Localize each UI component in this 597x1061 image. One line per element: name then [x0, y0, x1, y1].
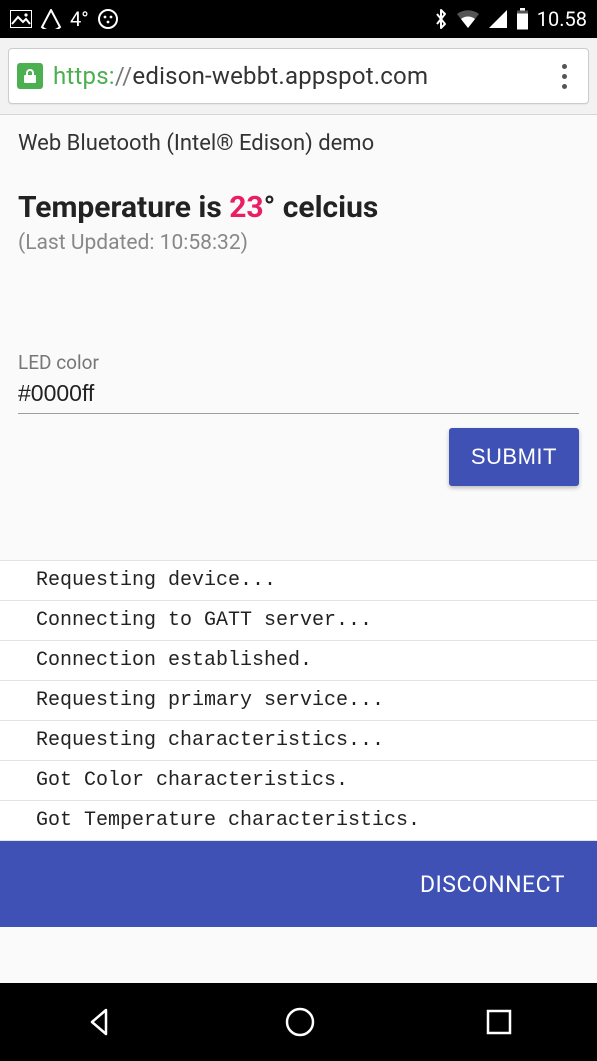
demo-title: Web Bluetooth (Intel® Edison) demo	[18, 131, 579, 156]
bottom-action-bar: DISCONNECT	[0, 841, 597, 927]
log-item: Connection established.	[0, 641, 597, 681]
led-color-field: LED color SUBMIT	[18, 351, 579, 486]
url-host: edison-webbt.appspot.com	[132, 62, 428, 90]
temp-value: 23	[229, 190, 263, 225]
log-list: Requesting device... Connecting to GATT …	[0, 560, 597, 841]
submit-button[interactable]: SUBMIT	[449, 428, 579, 486]
updated-prefix: (Last Updated:	[18, 231, 160, 255]
url-scheme: https:	[53, 62, 115, 90]
log-item: Got Color characteristics.	[0, 761, 597, 801]
face-icon	[97, 8, 119, 30]
clock: 10.58	[537, 7, 587, 31]
updated-time: 10:58:32	[160, 231, 241, 255]
disconnect-button[interactable]: DISCONNECT	[420, 871, 565, 898]
last-updated: (Last Updated: 10:58:32)	[18, 231, 579, 255]
wifi-icon	[456, 9, 480, 29]
updated-suffix: )	[241, 231, 248, 255]
nav-back-button[interactable]	[84, 1006, 116, 1038]
log-item: Requesting characteristics...	[0, 721, 597, 761]
battery-icon	[516, 8, 529, 30]
status-left: 4°	[10, 7, 119, 31]
page: Web Bluetooth (Intel® Edison) demo Tempe…	[0, 115, 597, 983]
lock-icon	[17, 63, 43, 89]
nav-home-button[interactable]	[283, 1005, 317, 1039]
cell-signal-icon	[488, 9, 508, 29]
url-separator: //	[115, 62, 133, 90]
browser-chrome: https://edison-webbt.appspot.com	[0, 38, 597, 115]
led-color-label: LED color	[18, 351, 579, 374]
android-nav-bar	[0, 983, 597, 1061]
url-bar[interactable]: https://edison-webbt.appspot.com	[8, 48, 589, 104]
log-item: Got Temperature characteristics.	[0, 801, 597, 841]
log-item: Connecting to GATT server...	[0, 601, 597, 641]
android-status-bar: 4° 10.58	[0, 0, 597, 38]
temp-prefix: Temperature is	[18, 190, 229, 225]
nav-recent-button[interactable]	[484, 1007, 514, 1037]
url-text: https://edison-webbt.appspot.com	[53, 62, 428, 90]
peak-icon	[40, 9, 62, 29]
log-item: Requesting device...	[0, 561, 597, 601]
temp-suffix: ° celcius	[264, 190, 379, 225]
led-color-input[interactable]	[18, 378, 579, 414]
browser-menu-button[interactable]	[548, 64, 580, 89]
outdoor-temp: 4°	[70, 7, 89, 31]
log-item: Requesting primary service...	[0, 681, 597, 721]
bluetooth-icon	[434, 8, 448, 30]
status-right: 10.58	[434, 7, 587, 31]
content: Web Bluetooth (Intel® Edison) demo Tempe…	[0, 115, 597, 486]
temperature-heading: Temperature is 23° celcius	[18, 190, 579, 225]
image-icon	[10, 10, 32, 28]
